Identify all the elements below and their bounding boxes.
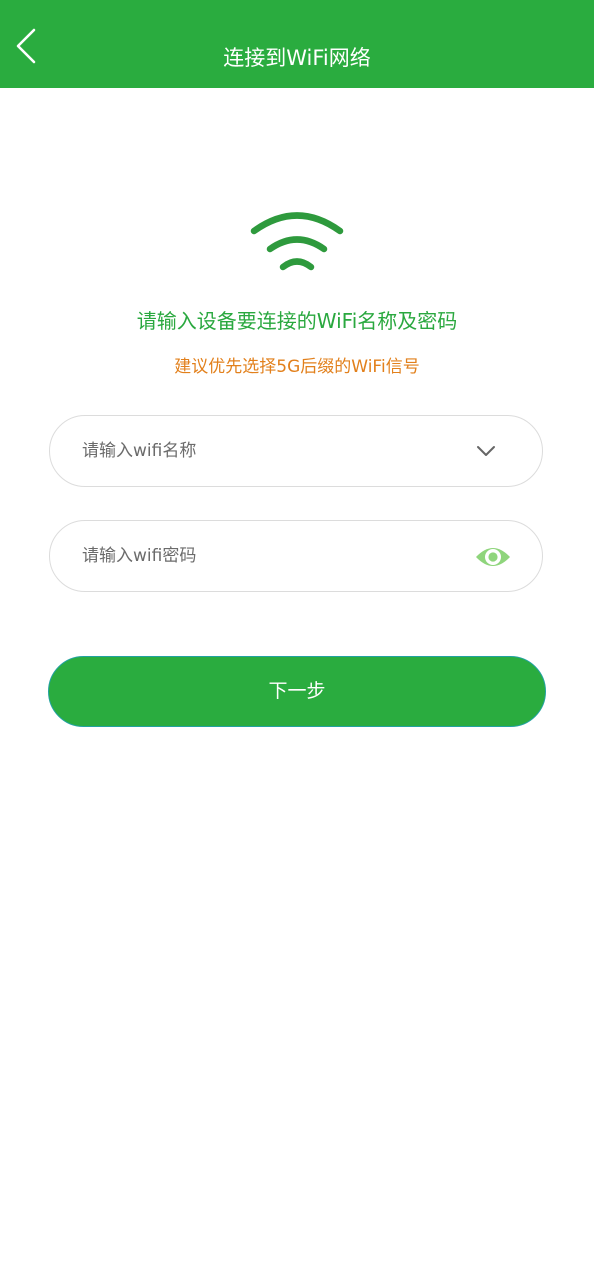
wifi-name-field[interactable] [49,415,543,487]
band-suggestion: 建议优先选择5G后缀的WiFi信号 [174,357,420,377]
top-bar: 连接到WiFi网络 [0,0,594,88]
page-title: 连接到WiFi网络 [223,46,371,70]
back-button[interactable] [6,26,46,66]
wifi-name-input[interactable] [82,416,452,486]
next-step-button[interactable]: 下一步 [48,656,546,727]
wifi-password-field[interactable] [49,520,543,592]
chevron-down-icon[interactable] [474,441,498,461]
wifi-password-input[interactable] [82,521,452,591]
wifi-icon [250,212,344,271]
connect-instruction: 请输入设备要连接的WiFi名称及密码 [136,309,458,333]
eye-icon[interactable] [474,541,512,573]
chevron-left-icon [16,28,36,64]
